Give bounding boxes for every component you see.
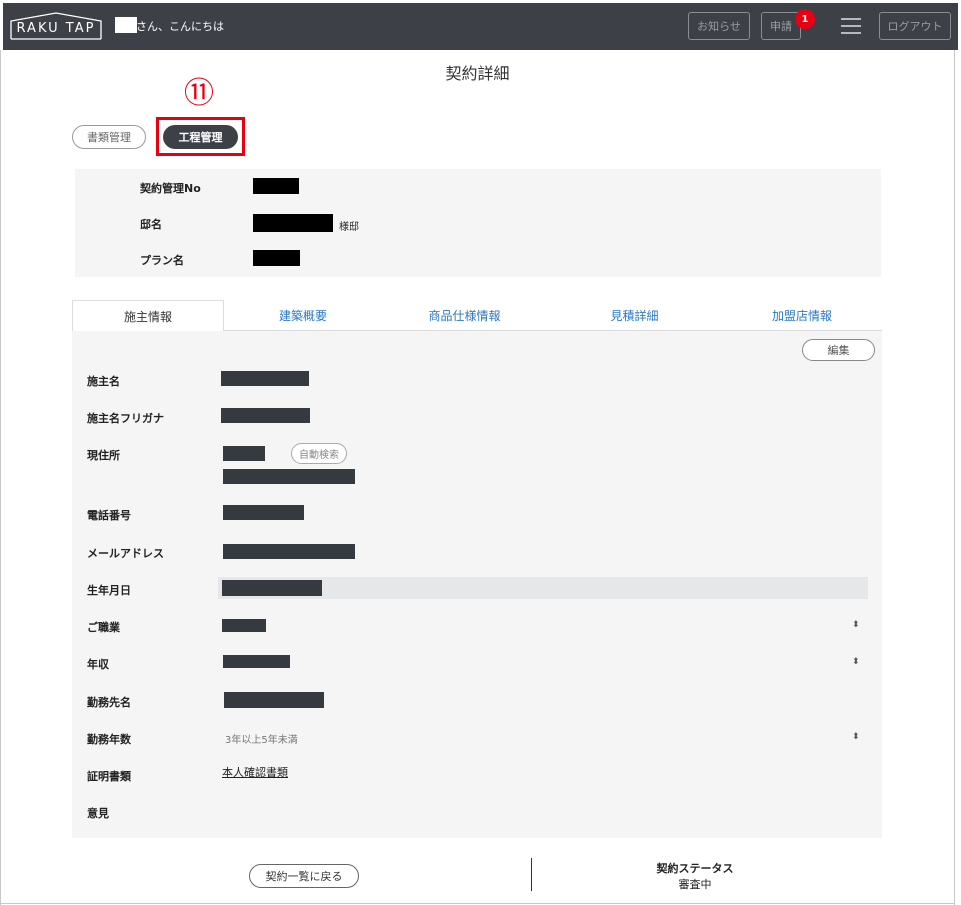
tab-estimate-detail[interactable]: 見積詳細: [547, 300, 722, 331]
tab-building-overview[interactable]: 建築概要: [224, 300, 382, 331]
footer-divider: [531, 858, 532, 891]
postal-code-redacted: [223, 446, 265, 461]
contract-status-value: 審査中: [678, 878, 712, 891]
income-redacted: [223, 655, 290, 668]
document-management-button[interactable]: 書類管理: [72, 125, 146, 149]
tab-store-info[interactable]: 加盟店情報: [722, 300, 882, 331]
address-redacted: [223, 469, 355, 484]
phone-redacted: [223, 505, 304, 520]
address-label: 現住所: [87, 449, 120, 462]
raku-tap-logo[interactable]: RAKU TAP: [9, 11, 103, 41]
house-name-label: 邸名: [140, 218, 162, 231]
phone-label: 電話番号: [87, 509, 131, 522]
annotation-number: ⑪: [184, 76, 214, 111]
logout-button[interactable]: ログアウト: [879, 12, 951, 40]
frame-border-bottom: [0, 903, 955, 904]
apply-count-badge: 1: [795, 9, 815, 29]
notice-button[interactable]: お知らせ: [688, 12, 750, 40]
username-redacted: [115, 17, 137, 33]
owner-info-panel: 編集 施主名 施主名フリガナ 現住所 自動検索 電話番号 メールアドレス 生年月…: [72, 331, 882, 838]
occupation-select-arrow-icon[interactable]: ⬍: [852, 620, 860, 630]
house-name-suffix: 様邸: [339, 222, 359, 233]
contract-no-redacted: [253, 178, 299, 194]
hamburger-menu-icon[interactable]: [841, 18, 861, 34]
auto-search-button[interactable]: 自動検索: [291, 443, 347, 464]
owner-name-label: 施主名: [87, 375, 120, 388]
email-redacted: [223, 544, 355, 559]
greeting-text: さん、こんにちは: [136, 20, 224, 33]
employer-label: 勤務先名: [87, 696, 131, 709]
house-name-redacted: [253, 214, 333, 232]
opinion-label: 意見: [87, 807, 109, 820]
birthdate-redacted: [222, 580, 322, 596]
logo-text: RAKU TAP: [16, 21, 96, 36]
frame-border-left: [0, 50, 1, 905]
years-employed-label: 勤務年数: [87, 733, 131, 746]
top-header: RAKU TAP さん、こんにちは お知らせ 申請 1 ログアウト: [3, 3, 958, 50]
plan-name-redacted: [253, 250, 300, 266]
income-label: 年収: [87, 658, 109, 671]
process-management-button[interactable]: 工程管理: [163, 125, 238, 149]
page-title: 契約詳細: [445, 64, 510, 83]
info-tabs: 施主情報 建築概要 商品仕様情報 見積詳細 加盟店情報: [72, 300, 882, 332]
contract-status-label: 契約ステータス: [656, 862, 734, 875]
frame-border-right: [954, 50, 955, 905]
employer-redacted: [224, 692, 324, 708]
years-employed-value[interactable]: 3年以上5年未満: [225, 731, 298, 746]
plan-name-label: プラン名: [140, 254, 184, 267]
certificate-label: 証明書類: [87, 770, 131, 783]
back-to-contract-list-button[interactable]: 契約一覧に戻る: [249, 864, 359, 888]
owner-kana-label: 施主名フリガナ: [87, 412, 164, 425]
owner-name-redacted: [221, 371, 309, 386]
tab-product-spec[interactable]: 商品仕様情報: [382, 300, 547, 331]
email-label: メールアドレス: [87, 547, 164, 560]
birthdate-label: 生年月日: [87, 584, 131, 597]
income-select-arrow-icon[interactable]: ⬍: [852, 657, 860, 667]
tab-owner-info[interactable]: 施主情報: [72, 300, 224, 332]
contract-no-label: 契約管理No: [140, 182, 201, 195]
occupation-redacted: [222, 619, 266, 632]
owner-kana-redacted: [221, 408, 310, 423]
contract-summary-panel: 契約管理No 邸名 様邸 プラン名: [75, 169, 881, 277]
occupation-label: ご職業: [87, 621, 120, 634]
edit-button[interactable]: 編集: [802, 339, 875, 361]
certificate-link[interactable]: 本人確認書類: [222, 764, 288, 780]
years-employed-select-arrow-icon[interactable]: ⬍: [852, 732, 860, 742]
